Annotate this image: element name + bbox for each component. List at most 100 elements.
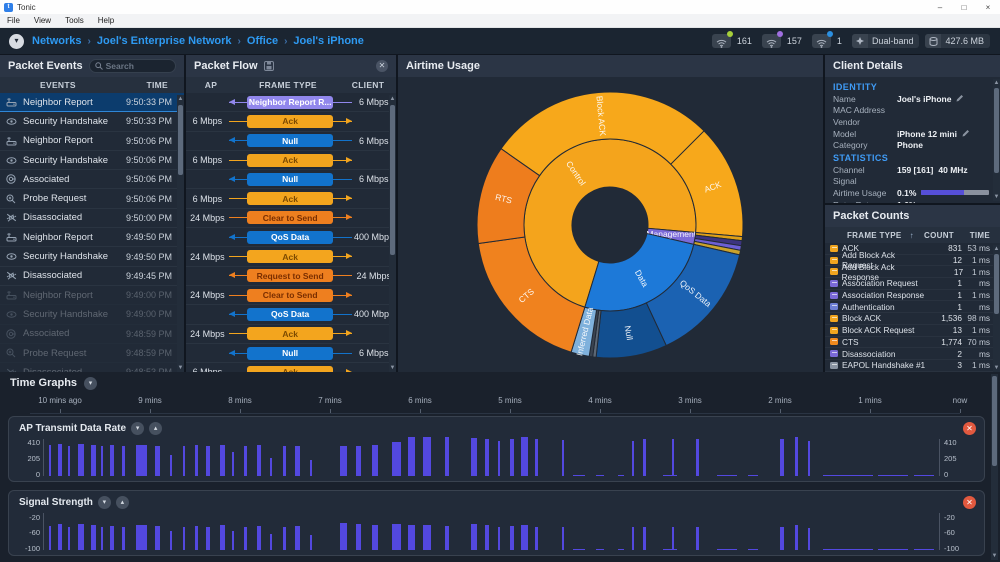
ap-column-header[interactable]: AP	[186, 80, 236, 90]
frame-type-pill[interactable]: Ack	[247, 250, 332, 263]
packet-event-row[interactable]: Neighbor Report9:49:00 PM	[0, 286, 184, 305]
graph-plot-area[interactable]: -20-20-60-60-100-100	[43, 513, 940, 550]
packet-event-row[interactable]: Neighbor Report9:50:33 PM	[0, 93, 184, 112]
wifi-icon[interactable]	[812, 34, 831, 48]
packet-events-scrollbar[interactable]: ▲ ▼	[177, 95, 184, 372]
frame-type-column-header[interactable]: FRAME TYPE	[847, 231, 902, 240]
packet-flow-row[interactable]: Null6 Mbps	[186, 344, 396, 363]
collapse-section-icon[interactable]: ▾	[84, 377, 97, 390]
maximize-button[interactable]: □	[952, 3, 976, 12]
frame-type-pill[interactable]: QoS Data	[247, 231, 332, 244]
close-icon[interactable]: ✕	[376, 60, 388, 72]
packet-flow-row[interactable]: 6 MbpsAck	[186, 363, 396, 372]
packet-flow-row[interactable]: Request to Send24 Mbps	[186, 267, 396, 286]
move-down-icon[interactable]: ▾	[98, 496, 111, 509]
packet-count-row[interactable]: EAPOL Handshake #131 ms	[825, 360, 1000, 372]
capture-size-badge[interactable]: 427.6 MB	[925, 34, 990, 48]
packet-event-row[interactable]: Probe Request9:50:06 PM	[0, 189, 184, 208]
scroll-up-icon[interactable]: ▲	[177, 95, 184, 103]
breadcrumb-client[interactable]: Joel's iPhone	[293, 35, 363, 47]
dual-band-badge[interactable]: Dual-band	[852, 34, 920, 48]
frame-type-pill[interactable]: Null	[247, 134, 332, 147]
frame-type-pill[interactable]: Null	[247, 347, 332, 360]
scroll-down-icon[interactable]: ▼	[991, 552, 998, 560]
packet-event-row[interactable]: Disassociated9:50:00 PM	[0, 209, 184, 228]
timeline-ruler[interactable]: 10 mins ago9 mins8 mins7 mins6 mins5 min…	[30, 394, 960, 414]
frame-type-pill[interactable]: Request to Send	[247, 269, 332, 282]
breadcrumb-ssid[interactable]: Office	[247, 35, 278, 47]
menu-help[interactable]: Help	[91, 16, 121, 25]
scroll-up-icon[interactable]: ▲	[389, 95, 396, 103]
packet-flow-row[interactable]: 24 MbpsClear to Send	[186, 286, 396, 305]
breadcrumb-back-button[interactable]: ▾	[9, 34, 24, 49]
minimize-button[interactable]: –	[928, 3, 952, 12]
packet-flow-row[interactable]: 6 MbpsAck	[186, 112, 396, 131]
edit-pencil-icon[interactable]	[956, 94, 964, 104]
packet-event-row[interactable]: Disassociated9:48:53 PM	[0, 363, 184, 372]
time-column-header[interactable]: TIME	[146, 80, 168, 90]
packet-flow-row[interactable]: 6 MbpsAck	[186, 189, 396, 208]
frame-type-pill[interactable]: Clear to Send	[247, 211, 332, 224]
breadcrumb-network[interactable]: Joel's Enterprise Network	[97, 35, 232, 47]
scroll-down-icon[interactable]: ▼	[993, 193, 1000, 201]
packet-count-row[interactable]: Disassociation2ms	[825, 348, 1000, 360]
move-down-icon[interactable]: ▾	[131, 422, 144, 435]
packet-count-row[interactable]: Authentication1ms	[825, 301, 1000, 313]
frame-type-pill[interactable]: Ack	[247, 192, 332, 205]
frame-type-pill[interactable]: Ack	[247, 154, 332, 167]
packet-counts-scrollbar[interactable]: ▲ ▼	[993, 245, 1000, 372]
edit-pencil-icon[interactable]	[962, 129, 970, 139]
menu-tools[interactable]: Tools	[58, 16, 91, 25]
client-column-header[interactable]: CLIENT	[340, 80, 396, 90]
packet-count-row[interactable]: CTS1,77470 ms	[825, 337, 1000, 349]
wifi-icon[interactable]	[762, 34, 781, 48]
packet-flow-row[interactable]: Neighbor Report R...6 Mbps	[186, 93, 396, 112]
save-layout-icon[interactable]	[264, 61, 274, 71]
packet-event-row[interactable]: Security Handshake9:50:06 PM	[0, 151, 184, 170]
packet-flow-row[interactable]: QoS Data400 Mbps	[186, 228, 396, 247]
packet-flow-row[interactable]: 24 MbpsAck	[186, 247, 396, 266]
packet-event-row[interactable]: Security Handshake9:49:50 PM	[0, 247, 184, 266]
packet-flow-row[interactable]: 6 MbpsAck	[186, 151, 396, 170]
move-up-icon[interactable]: ▴	[149, 422, 162, 435]
move-up-icon[interactable]: ▴	[116, 496, 129, 509]
close-button[interactable]: ×	[976, 3, 1000, 12]
frame-type-pill[interactable]: Null	[247, 173, 332, 186]
packet-event-row[interactable]: Associated9:48:59 PM	[0, 325, 184, 344]
airtime-sunburst-chart[interactable]: ControlManagementDataBlock ACKACKQoS Dat…	[398, 77, 823, 372]
packet-event-row[interactable]: Neighbor Report9:49:50 PM	[0, 228, 184, 247]
frame-type-pill[interactable]: Clear to Send	[247, 289, 332, 302]
packet-event-row[interactable]: Associated9:50:06 PM	[0, 170, 184, 189]
packet-event-row[interactable]: Security Handshake9:49:00 PM	[0, 305, 184, 324]
search-input[interactable]: Search	[89, 59, 176, 73]
menu-view[interactable]: View	[27, 16, 58, 25]
packet-event-row[interactable]: Security Handshake9:50:33 PM	[0, 112, 184, 131]
packet-flow-row[interactable]: QoS Data400 Mbps	[186, 305, 396, 324]
packet-event-row[interactable]: Neighbor Report9:50:06 PM	[0, 132, 184, 151]
packet-count-row[interactable]: Add Block Ack Response171 ms	[825, 266, 1000, 278]
frame-type-pill[interactable]: Ack	[247, 115, 332, 128]
packet-event-row[interactable]: Probe Request9:48:59 PM	[0, 344, 184, 363]
time-column-header[interactable]: TIME	[954, 231, 990, 240]
menu-file[interactable]: File	[0, 16, 27, 25]
sort-ascending-icon[interactable]: ↑	[910, 231, 914, 240]
remove-graph-icon[interactable]: ✕	[963, 422, 976, 435]
time-graphs-scrollbar[interactable]: ▼	[991, 374, 998, 560]
packet-event-row[interactable]: Disassociated9:49:45 PM	[0, 267, 184, 286]
frame-type-pill[interactable]: Ack	[247, 327, 332, 340]
remove-graph-icon[interactable]: ✕	[963, 496, 976, 509]
packet-count-row[interactable]: Association Request1ms	[825, 278, 1000, 290]
packet-count-row[interactable]: Association Response11 ms	[825, 290, 1000, 302]
graph-plot-area[interactable]: 41041020520500	[43, 439, 940, 476]
scroll-up-icon[interactable]: ▲	[993, 245, 1000, 253]
frame-type-pill[interactable]: Neighbor Report R...	[247, 96, 332, 109]
scroll-down-icon[interactable]: ▼	[177, 364, 184, 372]
packet-flow-row[interactable]: 24 MbpsClear to Send	[186, 209, 396, 228]
scroll-down-icon[interactable]: ▼	[993, 364, 1000, 372]
client-details-scrollbar[interactable]: ▲ ▼	[993, 79, 1000, 201]
packet-flow-scrollbar[interactable]: ▲ ▼	[389, 95, 396, 372]
frame-type-column-header[interactable]: FRAME TYPE	[236, 80, 340, 90]
breadcrumb-networks[interactable]: Networks	[32, 35, 82, 47]
count-column-header[interactable]: COUNT	[924, 231, 954, 240]
packet-flow-row[interactable]: Null6 Mbps	[186, 132, 396, 151]
